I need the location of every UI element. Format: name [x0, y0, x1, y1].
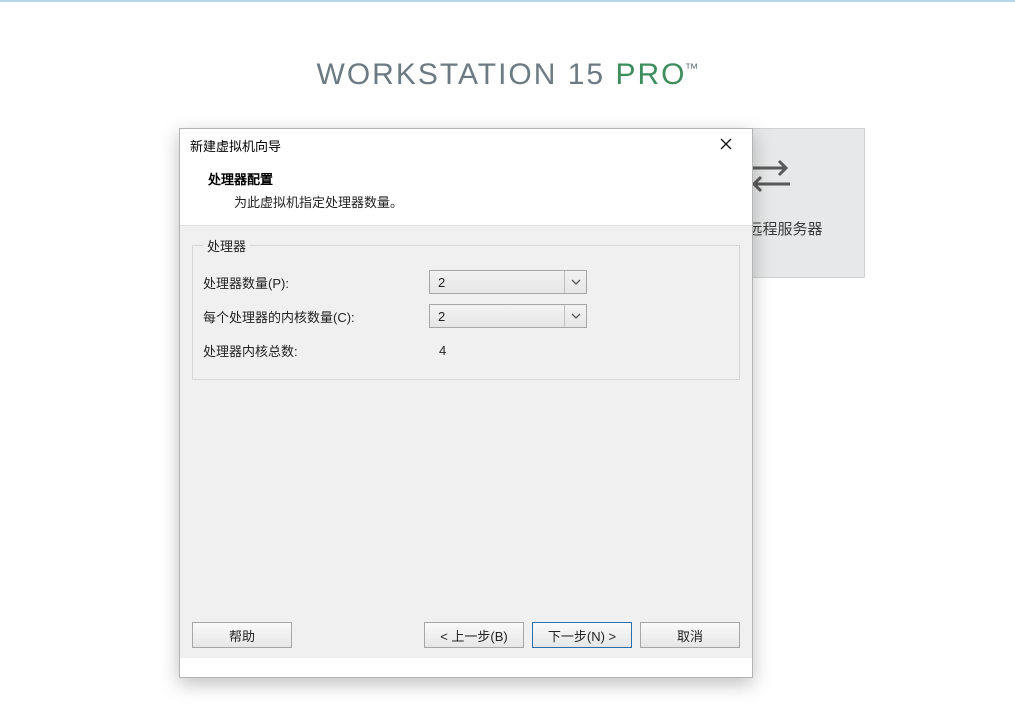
back-button[interactable]: < 上一步(B) [424, 622, 524, 648]
brand-tm-icon: ™ [684, 60, 698, 76]
dialog-subheading: 为此虚拟机指定处理器数量。 [208, 188, 732, 211]
next-button[interactable]: 下一步(N) > [532, 622, 632, 648]
cancel-button[interactable]: 取消 [640, 622, 740, 648]
select-processor-count-value: 2 [430, 275, 564, 290]
label-processor-count: 处理器数量(P): [203, 273, 429, 292]
dialog-title: 新建虚拟机向导 [190, 136, 281, 155]
brand-pre: WORKSTATION 15 [317, 58, 616, 91]
select-cores-per-processor[interactable]: 2 [429, 304, 587, 328]
dialog-heading: 处理器配置 [208, 169, 732, 188]
row-total-cores: 处理器内核总数: 4 [203, 333, 729, 367]
brand-title: WORKSTATION 15 PRO™ [0, 58, 1015, 92]
chevron-down-icon [564, 305, 586, 327]
processors-group-label: 处理器 [203, 236, 250, 255]
help-button[interactable]: 帮助 [192, 622, 292, 648]
label-cores-per-processor: 每个处理器的内核数量(C): [203, 307, 429, 326]
dialog-titlebar: 新建虚拟机向导 [180, 129, 752, 161]
swap-arrows-icon [746, 203, 794, 218]
new-vm-wizard-dialog: 新建虚拟机向导 处理器配置 为此虚拟机指定处理器数量。 处理器 处理器数量(P)… [179, 128, 753, 678]
dialog-body: 处理器 处理器数量(P): 2 每个处理器的内核数量(C): 2 [180, 225, 752, 612]
brand-accent: PRO [615, 58, 686, 91]
row-processor-count: 处理器数量(P): 2 [203, 265, 729, 299]
select-processor-count[interactable]: 2 [429, 270, 587, 294]
value-total-cores: 4 [429, 343, 446, 358]
close-icon [720, 138, 732, 153]
processors-group: 处理器 处理器数量(P): 2 每个处理器的内核数量(C): 2 [192, 236, 740, 380]
dialog-footer: 帮助 < 上一步(B) 下一步(N) > 取消 [180, 612, 752, 658]
row-cores-per-processor: 每个处理器的内核数量(C): 2 [203, 299, 729, 333]
label-total-cores: 处理器内核总数: [203, 341, 429, 360]
close-button[interactable] [710, 129, 742, 161]
select-cores-per-processor-value: 2 [430, 309, 564, 324]
chevron-down-icon [564, 271, 586, 293]
dialog-header: 处理器配置 为此虚拟机指定处理器数量。 [180, 161, 752, 225]
